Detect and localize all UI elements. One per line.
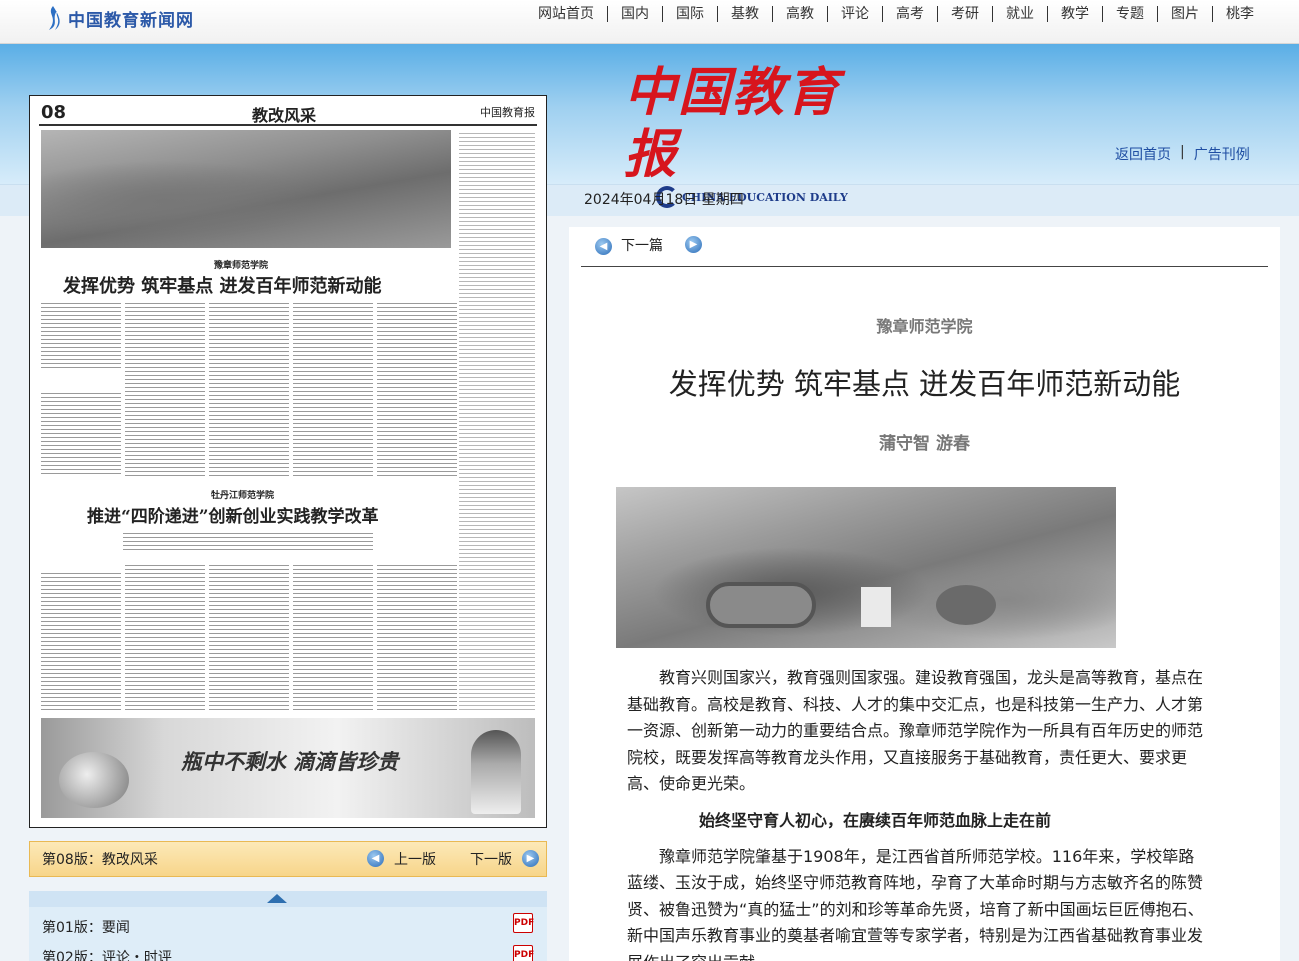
masthead-title: 中国教育报	[624, 62, 841, 185]
ad-rates-link[interactable]: 广告刊例	[1194, 144, 1250, 164]
story2-text-col-3[interactable]	[209, 562, 289, 710]
story2-subtitle: 牡丹江师范学院	[211, 491, 275, 501]
next-page-arrow-icon[interactable]: ▶	[522, 850, 539, 867]
story1-text-col-4[interactable]	[293, 300, 373, 476]
story2-text-col-4[interactable]	[293, 562, 373, 710]
article-prev-arrow-icon[interactable]: ◀	[595, 238, 612, 255]
story1-text-col-1[interactable]	[41, 300, 121, 370]
photo-track	[706, 582, 816, 628]
prev-page-link[interactable]: 上一版	[394, 849, 436, 869]
story1-text-col-1b[interactable]	[41, 390, 121, 476]
pdf-icon[interactable]: PDF	[513, 945, 534, 961]
page-list: 第01版：要闻 PDF 第02版：评论・时评 PDF	[29, 907, 547, 961]
section-navigation-bar: 第08版：教改风采 ◀ 上一版 ▶ 下一版	[29, 841, 547, 877]
collapse-arrow-icon	[267, 894, 287, 903]
story2-text-col-2[interactable]	[125, 562, 205, 710]
issue-date: 2024年04月18日 星期四	[584, 192, 744, 208]
story1-headline[interactable]: 发挥优势 筑牢基点 进发百年师范新动能	[63, 272, 382, 298]
page-list-item-02[interactable]: 第02版：评论・时评	[42, 947, 172, 961]
nav-item-international[interactable]: 国际	[662, 6, 717, 22]
nav-item-home[interactable]: 网站首页	[525, 6, 607, 22]
photo-lake	[936, 585, 996, 625]
top-navigation-bar: 中国教育新闻网 网站首页 国内 国际 基教 高教 评论 高考 考研 就业 教学 …	[0, 0, 1299, 44]
child-drinking-icon	[471, 730, 521, 814]
page-list-item-01[interactable]: 第01版：要闻	[42, 917, 130, 937]
article-subtitle: 豫章师范学院	[876, 317, 973, 336]
article-body: 教育兴则国家兴，教育强则国家强。建设教育强国，龙头是高等教育，基点在基础教育。高…	[627, 665, 1209, 961]
nav-item-employment[interactable]: 就业	[992, 6, 1047, 22]
page-campus-photo[interactable]	[41, 130, 451, 248]
newspaper-page-content: 08 教改风采 中国教育报 豫章师范学院 发挥优势 筑牢基点 进发百年师范新动能…	[39, 100, 537, 820]
banner-links: 返回首页 | 广告刊例	[1115, 144, 1250, 164]
current-section-label: 第08版：教改风采	[42, 852, 158, 868]
nav-item-higher-edu[interactable]: 高教	[772, 6, 827, 22]
article-section-heading: 始终坚守育人初心，在赓续百年师范血脉上走在前	[699, 810, 1052, 830]
site-logo[interactable]: 中国教育新闻网	[42, 5, 194, 31]
ad-slogan: 瓶中不剩水 滴滴皆珍贵	[181, 749, 399, 774]
page-section-title: 教改风采	[252, 106, 317, 125]
nav-item-commentary[interactable]: 评论	[827, 6, 882, 22]
nav-item-teaching[interactable]: 教学	[1047, 6, 1102, 22]
next-page-link[interactable]: 下一版	[470, 849, 512, 869]
article-panel: ◀ 下一篇 ▶ 豫章师范学院 发挥优势 筑牢基点 迸发百年师范新动能 蒲守智 游…	[569, 227, 1280, 961]
article-author: 蒲守智 游春	[879, 434, 970, 454]
article-paragraph-1: 教育兴则国家兴，教育强则国家强。建设教育强国，龙头是高等教育，基点在基础教育。高…	[627, 668, 1204, 793]
article-next-arrow-icon[interactable]: ▶	[685, 236, 702, 253]
nav-item-gaokao[interactable]: 高考	[882, 6, 937, 22]
story2-text-col-5[interactable]	[377, 562, 457, 710]
pdf-icon[interactable]: PDF	[513, 913, 534, 933]
page-list-toggle[interactable]	[29, 891, 547, 907]
article-nav: ◀ 下一篇 ▶	[581, 227, 1268, 267]
page-paper-name: 中国教育报	[480, 106, 535, 119]
photo-building	[861, 587, 891, 627]
story2-lead-text[interactable]	[123, 530, 373, 550]
nav-item-photos[interactable]: 图片	[1157, 6, 1212, 22]
next-article-link[interactable]: 下一篇	[621, 235, 663, 255]
nav-item-postgrad[interactable]: 考研	[937, 6, 992, 22]
return-home-link[interactable]: 返回首页	[1115, 144, 1171, 164]
story2-headline[interactable]: 推进“四阶递进”创新创业实践教学改革	[87, 502, 379, 527]
newspaper-page-image[interactable]: 08 教改风采 中国教育报 豫章师范学院 发挥优势 筑牢基点 进发百年师范新动能…	[29, 95, 547, 828]
page-number: 08	[41, 102, 67, 123]
nav-item-basic-edu[interactable]: 基教	[717, 6, 772, 22]
story1-text-col-2[interactable]	[125, 300, 205, 476]
story1-text-col-3[interactable]	[209, 300, 289, 476]
article-campus-photo	[616, 487, 1116, 648]
newspaper-masthead: 中国教育报 CHINA EDUCATION DAILY	[624, 62, 864, 208]
page-advertisement[interactable]: 瓶中不剩水 滴滴皆珍贵	[41, 718, 535, 818]
nav-item-taoli[interactable]: 桃李	[1212, 6, 1267, 22]
prev-page-arrow-icon[interactable]: ◀	[367, 850, 384, 867]
article-title: 发挥优势 筑牢基点 迸发百年师范新动能	[668, 367, 1181, 401]
nav-item-topics[interactable]: 专题	[1102, 6, 1157, 22]
article-paragraph-2: 豫章师范学院肇基于1908年，是江西省首所师范学校。116年来，学校筚路蓝缕、玉…	[627, 846, 1204, 961]
page-header: 08 教改风采 中国教育报	[39, 100, 537, 126]
link-separator: |	[1180, 144, 1185, 160]
top-nav-menu: 网站首页 国内 国际 基教 高教 评论 高考 考研 就业 教学 专题 图片 桃李	[525, 6, 1267, 22]
story1-subtitle: 豫章师范学院	[214, 261, 269, 271]
site-logo-text: 中国教育新闻网	[68, 10, 194, 31]
story1-text-col-5[interactable]	[377, 300, 457, 476]
nav-item-domestic[interactable]: 国内	[607, 6, 662, 22]
page-right-column-text[interactable]	[459, 130, 535, 710]
flame-logo-icon	[49, 6, 60, 30]
story2-text-col-1[interactable]	[41, 570, 121, 710]
globe-faucet-icon	[59, 752, 129, 808]
